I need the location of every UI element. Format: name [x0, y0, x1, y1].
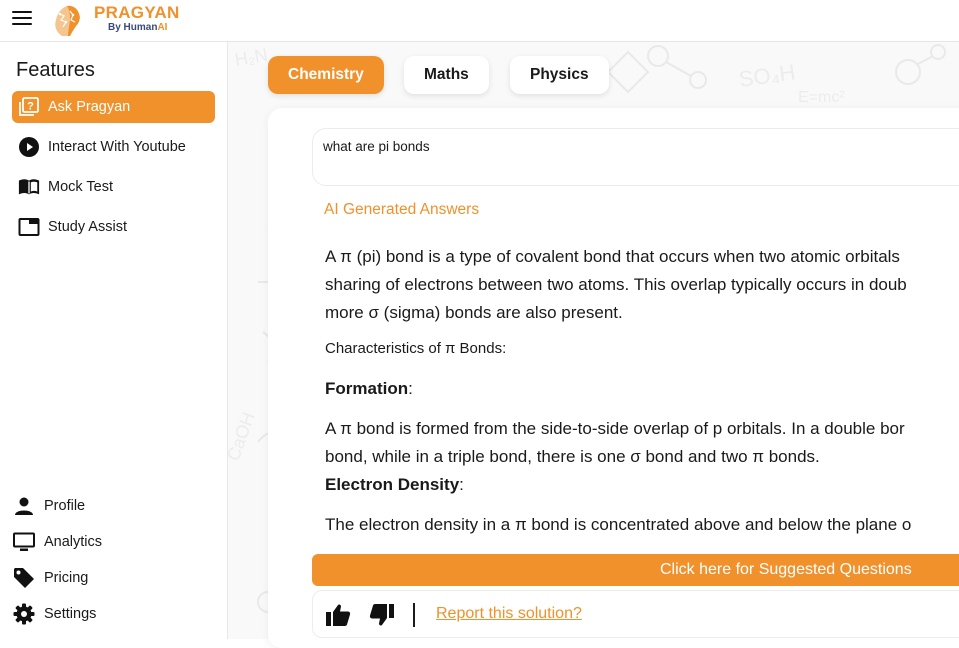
answer-intro-line: more σ (sigma) bonds are also present. [325, 303, 623, 322]
brain-logo-icon[interactable] [48, 2, 86, 40]
window-icon [18, 217, 40, 237]
thumbs-down-icon[interactable] [369, 603, 395, 627]
feedback-divider [413, 603, 415, 627]
monitor-icon [12, 531, 36, 553]
formation-colon: : [408, 379, 413, 398]
ask-question-icon: ? [18, 97, 40, 117]
answer-content: A π (pi) bond is a type of covalent bond… [325, 243, 959, 541]
sidebar-item-label: Analytics [44, 534, 103, 550]
sidebar-item-label: Profile [44, 498, 86, 514]
sidebar-item-label: Study Assist [48, 219, 127, 235]
top-bar: PRAGYAN By HumanAI [0, 0, 959, 42]
svg-text:E=mc²: E=mc² [798, 89, 845, 106]
sidebar-item-ask-pragyan[interactable]: ? Ask Pragyan [12, 91, 215, 123]
menu-icon[interactable] [12, 9, 32, 27]
sidebar-item-mock-test[interactable]: Mock Test [12, 171, 215, 203]
sidebar: Features ? Ask Pragyan Interact With You… [0, 42, 228, 639]
sidebar-item-label: Ask Pragyan [48, 99, 131, 115]
svg-text:SO₄H: SO₄H [737, 59, 797, 92]
person-icon [12, 495, 36, 517]
brand-name: PRAGYAN [94, 3, 180, 22]
formation-line: bond, while in a triple bond, there is o… [325, 447, 820, 466]
tab-chemistry[interactable]: Chemistry [268, 56, 384, 94]
sidebar-item-profile[interactable]: Profile [12, 492, 85, 520]
brand[interactable]: PRAGYAN By HumanAI [94, 3, 180, 34]
formation-line: A π bond is formed from the side-to-side… [325, 419, 905, 438]
sidebar-item-analytics[interactable]: Analytics [12, 528, 102, 556]
sidebar-item-label: Settings [44, 606, 97, 622]
sidebar-item-study-assist[interactable]: Study Assist [12, 211, 215, 243]
tag-icon [12, 567, 36, 589]
suggested-questions-button[interactable]: Click here for Suggested Questions [312, 554, 959, 586]
sidebar-item-pricing[interactable]: Pricing [12, 564, 88, 592]
play-circle-icon [18, 137, 40, 157]
svg-text:H₂N: H₂N [233, 45, 269, 70]
tab-physics[interactable]: Physics [510, 56, 609, 94]
formation-heading: Formation [325, 379, 409, 398]
report-solution-link[interactable]: Report this solution? [436, 605, 582, 623]
characteristics-heading: Characteristics of π Bonds: [325, 340, 507, 357]
sidebar-item-label: Interact With Youtube [48, 139, 186, 155]
ai-answers-label: AI Generated Answers [324, 201, 480, 218]
gear-icon [12, 603, 36, 625]
svg-text:CaOH: CaOH [228, 410, 259, 464]
sidebar-item-interact-with-youtube[interactable]: Interact With Youtube [12, 131, 215, 163]
electron-density-line: The electron density in a π bond is conc… [325, 515, 912, 534]
question-input[interactable]: what are pi bonds [312, 128, 959, 186]
svg-text:?: ? [27, 101, 34, 113]
sidebar-item-label: Pricing [44, 570, 89, 586]
brand-subtitle: By HumanAI [108, 22, 168, 33]
thumbs-up-icon[interactable] [325, 603, 351, 627]
features-heading: Features [16, 59, 95, 81]
answer-intro-line: sharing of electrons between two atoms. … [325, 275, 907, 294]
feedback-bar: Report this solution? [312, 590, 959, 638]
density-colon: : [459, 475, 464, 494]
electron-density-heading: Electron Density [325, 475, 460, 494]
book-icon [18, 177, 40, 197]
tab-maths[interactable]: Maths [404, 56, 489, 94]
answer-intro-line: A π (pi) bond is a type of covalent bond… [325, 247, 900, 266]
sidebar-item-settings[interactable]: Settings [12, 600, 96, 628]
sidebar-item-label: Mock Test [48, 179, 114, 195]
